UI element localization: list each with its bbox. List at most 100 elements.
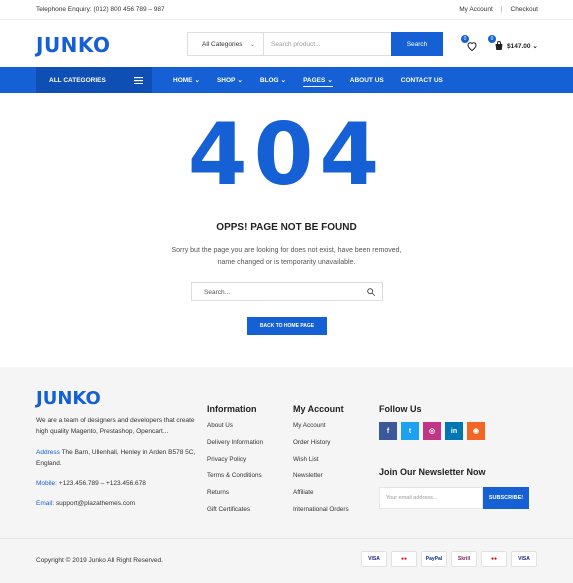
footer-link[interactable]: Privacy Policy: [207, 456, 263, 473]
category-select-label: All Categories: [202, 40, 243, 48]
email-value[interactable]: support@plazathemes.com: [56, 500, 135, 507]
social-links: f t ◎ in ◉: [379, 422, 485, 440]
footer-address: Address The Barn, Ullenhall, Henley in A…: [36, 447, 196, 469]
mobile-value: +123.456.789 – +123.456.678: [58, 480, 146, 487]
cart-button[interactable]: 0: [488, 35, 505, 52]
chevron-down-icon: ⌄: [194, 77, 200, 84]
site-search-input[interactable]: Search...: [204, 289, 230, 296]
information-links: About Us Delivery Information Privacy Poli…: [207, 422, 263, 523]
footer-link[interactable]: Order History: [293, 439, 349, 456]
telephone-enquiry: Telephone Enquiry: (012) 800 456 789 – 9…: [36, 6, 165, 13]
information-title: Information: [207, 404, 257, 414]
footer-link[interactable]: Delivery Information: [207, 439, 263, 456]
my-account-column: My Account My Account Order History Wish L…: [293, 404, 349, 523]
follow-us: Follow Us f t ◎ in ◉: [379, 404, 485, 440]
rss-icon[interactable]: ◉: [467, 422, 485, 440]
main-navigation: ALL CATEGORIES HOME ⌄ SHOP ⌄ BLOG ⌄ PAGES ⌄ ABOU…: [0, 67, 573, 93]
footer-mobile: Mobile: +123.456.789 – +123.456.678: [36, 480, 146, 487]
search-input[interactable]: Search product...: [264, 41, 391, 48]
footer-link[interactable]: Wish List: [293, 456, 349, 473]
newsletter-title: Join Our Newsletter Now: [379, 467, 486, 477]
top-bar: Telephone Enquiry: (012) 800 456 789 – 9…: [0, 0, 573, 20]
chevron-down-icon: ⌄: [237, 77, 243, 84]
my-account-title: My Account: [293, 404, 344, 414]
nav-item-label: HOME: [173, 76, 193, 84]
chevron-down-icon: ⌄: [280, 77, 287, 84]
instagram-icon[interactable]: ◎: [423, 422, 441, 440]
address-label: Address: [36, 449, 60, 456]
all-categories-button[interactable]: ALL CATEGORIES: [36, 67, 152, 93]
footer-email: Email: support@plazathemes.com: [36, 500, 135, 507]
twitter-icon[interactable]: t: [401, 422, 419, 440]
error-message: Sorry but the page you are looking for d…: [171, 247, 402, 266]
search-icon[interactable]: [366, 287, 376, 297]
nav-item-label: PAGES: [303, 76, 326, 84]
footer-description: We are a team of designers and developer…: [36, 417, 195, 435]
nav-item-blog[interactable]: BLOG ⌄: [260, 67, 286, 93]
payment-methods: VISA ●● PayPal Skrill ●● VISA: [361, 551, 537, 567]
back-to-home-button[interactable]: BACK TO HOME PAGE: [247, 317, 327, 335]
address-value: The Barn, Ullenhall, Henley in Arden B57…: [36, 449, 196, 467]
payment-card-icon: VISA: [511, 551, 537, 567]
checkout-link[interactable]: Checkout: [511, 6, 538, 13]
nav-item-label: ABOUT US: [349, 76, 384, 84]
nav-menu: HOME ⌄ SHOP ⌄ BLOG ⌄ PAGES ⌄ ABOUT US CONTACT US: [173, 67, 460, 93]
header: JUNKO All Categories ⌄ Search product...…: [0, 20, 573, 67]
nav-item-label: SHOP: [216, 76, 236, 84]
category-select[interactable]: All Categories ⌄: [188, 33, 264, 55]
facebook-icon[interactable]: f: [379, 422, 397, 440]
footer-link[interactable]: Terms & Conditions: [207, 472, 263, 489]
cart-count-badge: 0: [488, 35, 496, 43]
wishlist-button[interactable]: 0: [461, 35, 478, 52]
cart-total[interactable]: $147.00 ⌄: [507, 42, 538, 50]
my-account-link[interactable]: My Account: [459, 6, 493, 13]
nav-item-home[interactable]: HOME ⌄: [173, 67, 200, 93]
error-code: 404: [187, 105, 386, 205]
copyright: Copyright © 2019 Junko All Right Reserve…: [36, 557, 163, 564]
footer-link[interactable]: Newsletter: [293, 472, 349, 489]
newsletter-email-input[interactable]: Your email address...: [379, 487, 483, 509]
newsletter-form: Your email address... SUBSCRIBE!: [379, 487, 529, 509]
follow-us-title: Follow Us: [379, 404, 422, 414]
payment-card-icon: PayPal: [421, 551, 447, 567]
footer-link[interactable]: Returns: [207, 489, 263, 506]
footer-link[interactable]: Gift Certificates: [207, 506, 263, 523]
footer-logo[interactable]: JUNKO: [36, 388, 101, 409]
mobile-label: Mobile:: [36, 480, 57, 487]
chevron-down-icon: ⌄: [327, 77, 333, 84]
email-label: Email:: [36, 500, 55, 507]
separator: |: [500, 6, 503, 13]
payment-card-icon: ●●: [391, 551, 417, 567]
footer-link[interactable]: About Us: [207, 422, 263, 439]
payment-card-icon: ●●: [481, 551, 507, 567]
hamburger-icon: [134, 76, 143, 84]
nav-item-contact-us[interactable]: CONTACT US: [401, 67, 443, 93]
top-links: My Account | Checkout: [459, 6, 538, 13]
chevron-down-icon: ⌄: [532, 43, 538, 50]
payment-card-icon: Skrill: [451, 551, 477, 567]
my-account-links: My Account Order History Wish List Newslett…: [293, 422, 349, 523]
nav-item-about-us[interactable]: ABOUT US: [350, 67, 384, 93]
error-heading: OPPS! PAGE NOT BE FOUND: [216, 222, 357, 233]
payment-card-icon: VISA: [361, 551, 387, 567]
nav-item-pages[interactable]: PAGES ⌄: [303, 67, 333, 93]
product-search: All Categories ⌄ Search product... Searc…: [187, 32, 443, 56]
nav-item-label: BLOG: [259, 76, 279, 84]
search-button[interactable]: Search: [391, 32, 443, 56]
footer-link[interactable]: My Account: [293, 422, 349, 439]
chevron-down-icon: ⌄: [249, 41, 255, 48]
footer-link[interactable]: Affiliate: [293, 489, 349, 506]
wishlist-count-badge: 0: [461, 35, 469, 43]
logo[interactable]: JUNKO: [36, 33, 111, 57]
footer: JUNKO We are a team of designers and dev…: [0, 367, 573, 583]
subscribe-button[interactable]: SUBSCRIBE!: [483, 487, 529, 509]
nav-item-shop[interactable]: SHOP ⌄: [217, 67, 243, 93]
linkedin-icon[interactable]: in: [445, 422, 463, 440]
information-column: Information About Us Delivery Information…: [207, 404, 263, 523]
footer-link[interactable]: International Orders: [293, 506, 349, 523]
all-categories-label: ALL CATEGORIES: [49, 76, 106, 84]
footer-divider: [0, 538, 573, 539]
nav-item-label: CONTACT US: [400, 76, 443, 84]
site-search[interactable]: Search...: [191, 282, 383, 301]
cart-total-value: $147.00: [507, 43, 531, 50]
